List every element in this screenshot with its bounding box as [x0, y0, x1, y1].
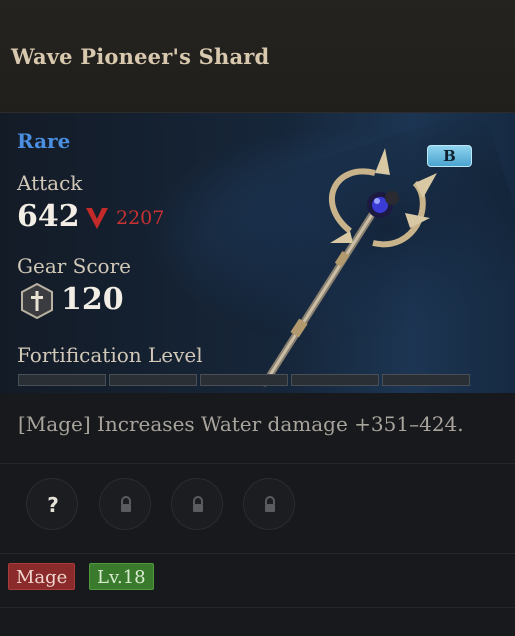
socket-slot-locked[interactable]: [171, 478, 223, 530]
item-header: Wave Pioneer's Shard: [0, 0, 515, 113]
fortification-label: Fortification Level: [17, 343, 203, 367]
gear-score-value: 120: [61, 282, 124, 317]
fortification-segment: [200, 374, 288, 386]
gear-score-label: Gear Score: [17, 254, 131, 278]
item-description: [Mage] Increases Water damage +351–424.: [18, 412, 464, 436]
item-tags: Mage Lv.18: [0, 553, 515, 608]
item-hero-panel: Rare B Attack 642 2207 Gear Score 120 Fo…: [0, 113, 515, 393]
attack-label: Attack: [17, 171, 83, 195]
item-name: Wave Pioneer's Shard: [11, 44, 270, 69]
item-description-row: [Mage] Increases Water damage +351–424.: [0, 393, 515, 464]
fortification-segment: [109, 374, 197, 386]
lock-icon: [265, 496, 275, 512]
attack-compare-value: 2207: [116, 207, 165, 229]
grade-badge: B: [427, 145, 472, 167]
socket-slot-locked[interactable]: [243, 478, 295, 530]
arrow-down-icon: [86, 208, 108, 229]
lock-icon: [121, 496, 131, 512]
sword-shield-icon: [21, 283, 53, 319]
socket-slot-unknown[interactable]: ?: [26, 478, 78, 530]
fortification-segment: [382, 374, 470, 386]
class-tag: Mage: [8, 563, 76, 590]
level-tag: Lv.18: [89, 563, 154, 590]
question-icon: ?: [47, 493, 59, 517]
fortification-segment: [291, 374, 379, 386]
socket-slot-locked[interactable]: [99, 478, 151, 530]
staff-weapon-image: [261, 148, 437, 387]
svg-text:?: ?: [47, 493, 59, 517]
engraving-sockets: ?: [0, 463, 515, 554]
rarity-label: Rare: [17, 129, 71, 153]
lock-icon: [193, 496, 203, 512]
attack-value: 642: [17, 199, 80, 234]
fortification-segment: [18, 374, 106, 386]
